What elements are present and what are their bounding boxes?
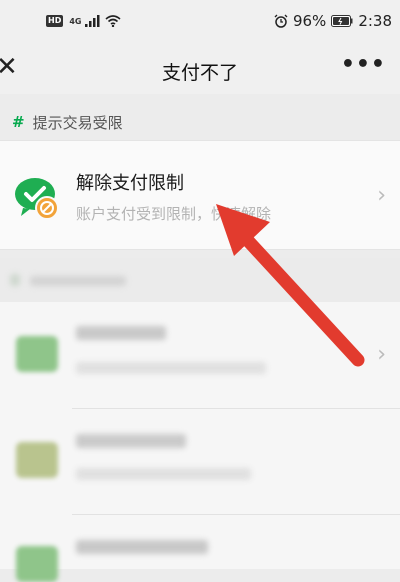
status-left: HD 4G xyxy=(46,15,122,27)
battery-icon xyxy=(331,15,353,27)
signal-icon xyxy=(85,15,100,27)
wechat-pay-icon xyxy=(15,178,59,220)
blurred-section-header xyxy=(0,258,400,302)
section-header: # 提示交易受限 xyxy=(0,104,400,140)
more-icon[interactable]: ••• xyxy=(341,52,386,77)
hash-marker: # xyxy=(12,113,25,131)
blurred-content: › xyxy=(0,258,400,582)
network-label: 4G xyxy=(69,16,82,26)
unlock-payment-item[interactable]: 解除支付限制 账户支付受到限制，快速解除 › xyxy=(0,140,400,250)
status-time: 2:38 xyxy=(358,12,392,30)
chevron-right-icon: › xyxy=(377,342,386,367)
hd-badge: HD xyxy=(46,15,64,27)
chevron-right-icon: › xyxy=(377,183,386,208)
blurred-icon xyxy=(16,442,58,478)
nav-bar: ✕ 支付不了 ••• xyxy=(0,44,400,94)
battery-percent: 96% xyxy=(292,12,327,30)
wifi-icon xyxy=(105,15,122,27)
status-bar: HD 4G 96% 2:38 xyxy=(0,0,400,44)
alarm-icon xyxy=(274,14,288,28)
section-title: 提示交易受限 xyxy=(32,113,123,132)
item-subtitle: 账户支付受到限制，快速解除 xyxy=(76,205,272,223)
status-right: 96% 2:38 xyxy=(274,12,392,30)
blurred-icon xyxy=(16,336,58,372)
item-title: 解除支付限制 xyxy=(76,173,184,194)
blurred-icon xyxy=(16,546,58,582)
